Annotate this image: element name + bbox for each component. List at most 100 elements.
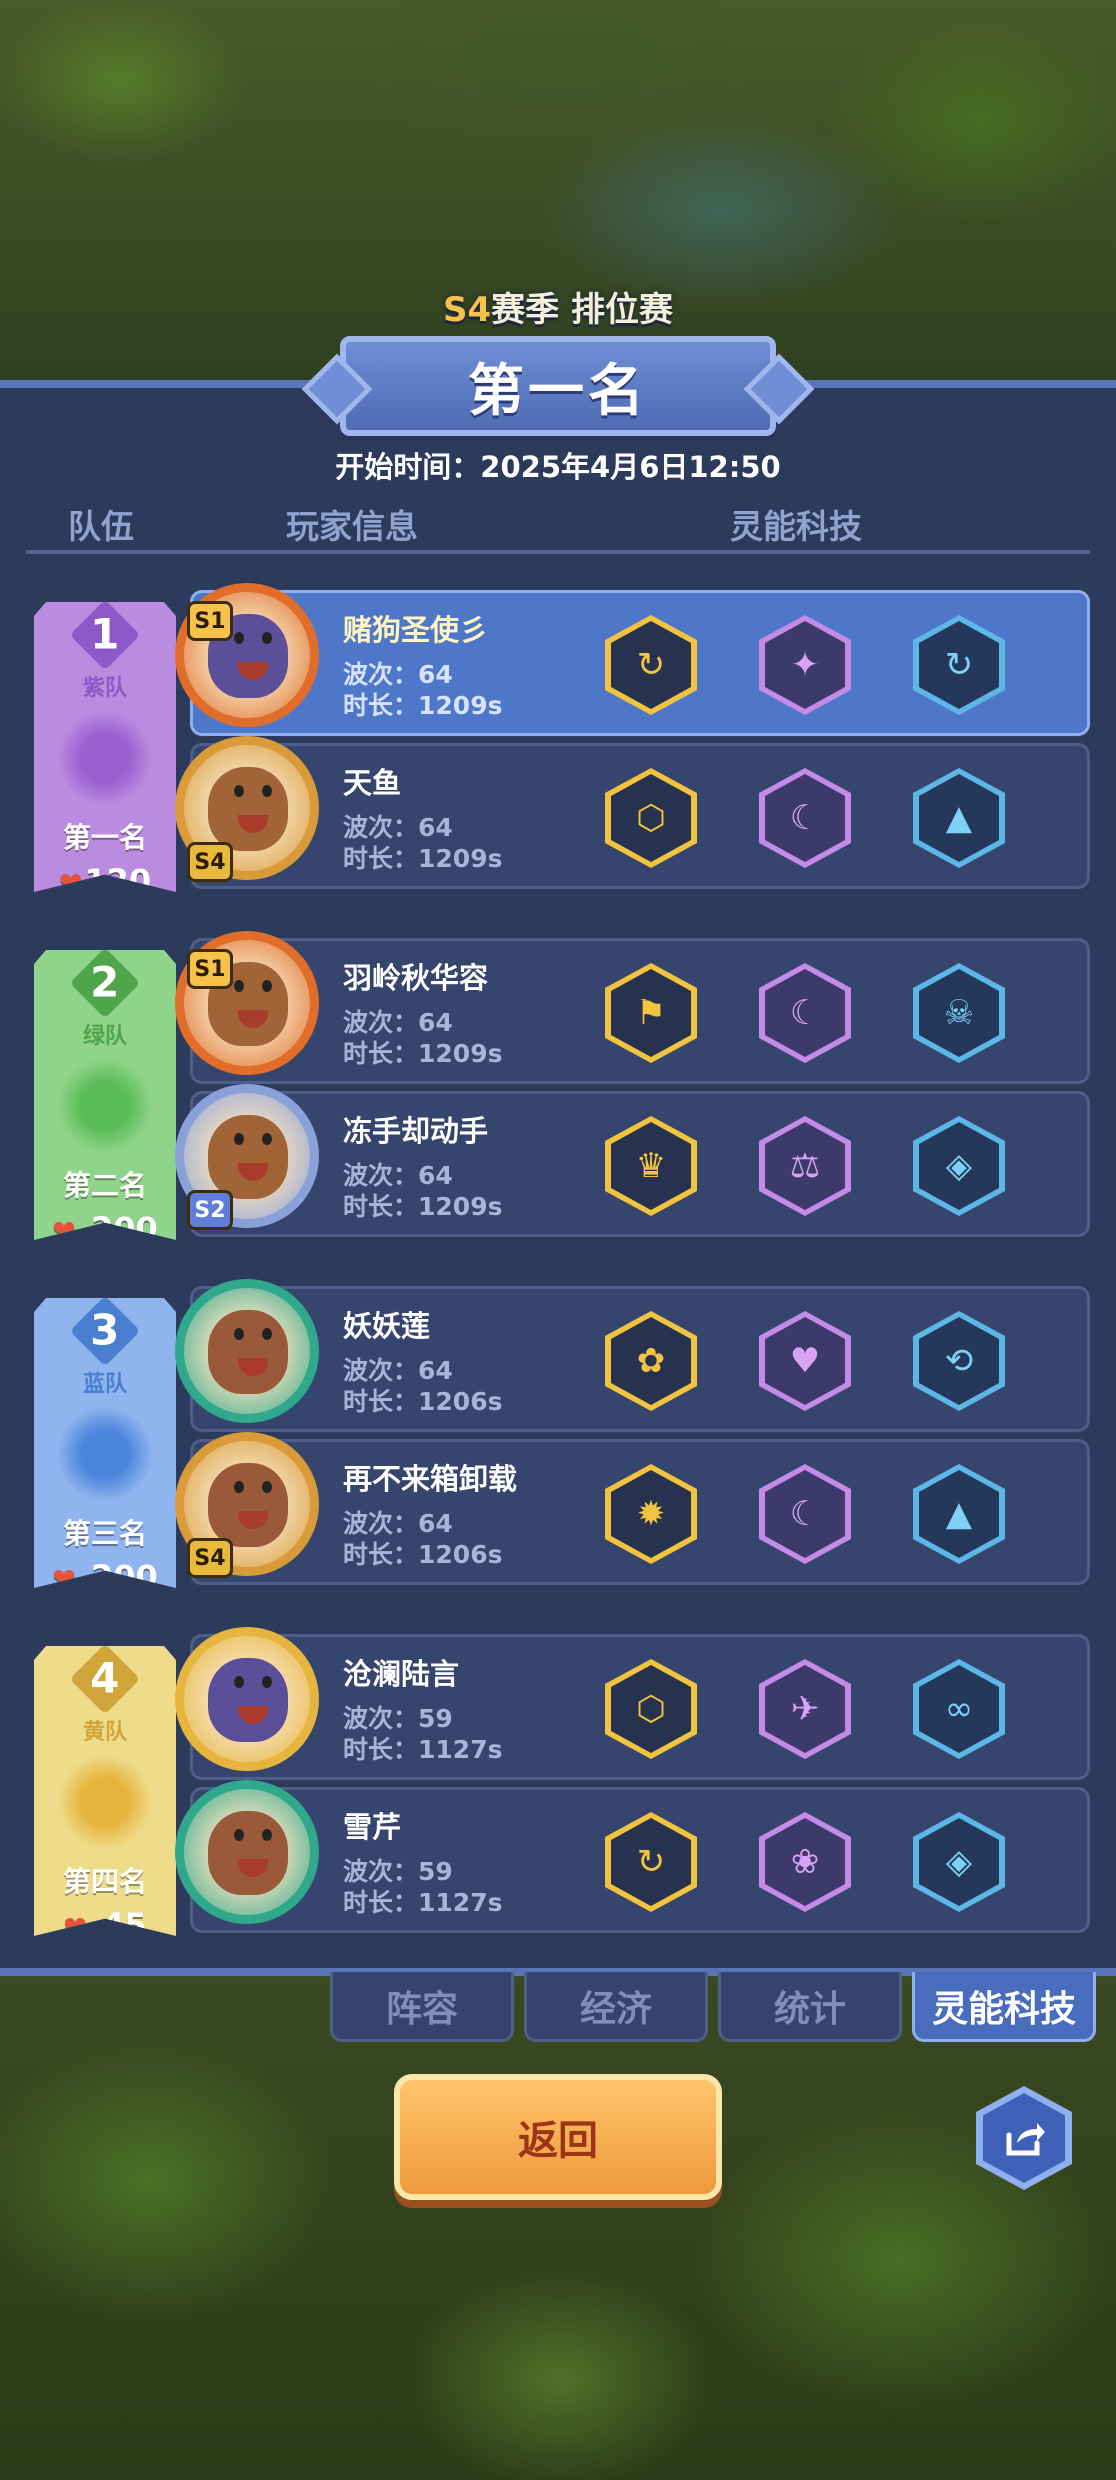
player-row[interactable]: S4 天鱼 波次：64 时长：1209s ⬡ ☾ ▲ (175, 736, 1090, 889)
player-avatar[interactable] (175, 1780, 319, 1924)
psionic-tech-gold-icon[interactable]: ↻ (605, 1812, 697, 1912)
season-badge: S1 (187, 949, 233, 989)
avatar-eye (234, 980, 244, 992)
player-avatar[interactable] (175, 1279, 319, 1423)
tech-glyph: ◈ (919, 1818, 999, 1906)
psionic-tech-purple-icon[interactable]: ❀ (759, 1812, 851, 1912)
psionic-tech-blue-icon[interactable]: ↻ (913, 615, 1005, 715)
psionic-tech-blue-icon[interactable]: ▲ (913, 1464, 1005, 1564)
tab-statistics[interactable]: 统计 (718, 1972, 902, 2042)
team-rank: 第四名 (62, 1865, 147, 1898)
psionic-tech-purple-icon[interactable]: ☾ (759, 768, 851, 868)
tech-glyph: ☠ (919, 969, 999, 1057)
avatar-eye (262, 785, 272, 797)
psionic-tech-gold-icon[interactable]: ⬡ (605, 768, 697, 868)
psionic-tech-blue-icon[interactable]: ◈ (913, 1116, 1005, 1216)
tab-psionic-tech[interactable]: 灵能科技 (912, 1972, 1096, 2042)
tech-glyph: ☾ (765, 774, 845, 862)
player-row[interactable]: 沧澜陆言 波次：59 时长：1127s ⬡ ✈ ∞ (175, 1627, 1090, 1780)
avatar-eye (262, 1133, 272, 1145)
player-name: 再不来箱卸载 (343, 1462, 518, 1496)
tech-glyph: ⬡ (611, 1665, 691, 1753)
avatar-face (208, 1115, 288, 1199)
psionic-tech-gold-icon[interactable]: ✿ (605, 1311, 697, 1411)
rank-title-plate: 第一名 (340, 336, 776, 436)
back-button[interactable]: 返回 (394, 2074, 722, 2200)
team-banner-2: 2绿队第二名❤-200 (34, 950, 176, 1240)
tech-glyph: ✹ (611, 1470, 691, 1558)
tech-glyph: ⟲ (919, 1317, 999, 1405)
psionic-tech-gold-icon[interactable]: ⚑ (605, 963, 697, 1063)
tab-lineup[interactable]: 阵容 (330, 1972, 514, 2042)
tech-glyph: ◈ (919, 1122, 999, 1210)
season-badge: S1 (187, 601, 233, 641)
psionic-tech-blue-icon[interactable]: ∞ (913, 1659, 1005, 1759)
tech-glyph: ↻ (919, 621, 999, 709)
team-name: 绿队 (82, 1024, 127, 1049)
psionic-tech-purple-icon[interactable]: ✈ (759, 1659, 851, 1759)
team-banner-1: 1紫队第一名❤120 (34, 602, 176, 892)
tech-glyph: ⚖ (765, 1122, 845, 1210)
psionic-tech-gold-icon[interactable]: ♛ (605, 1116, 697, 1216)
tech-glyph: ♥ (765, 1317, 845, 1405)
header-team: 队伍 (68, 507, 134, 546)
team-name: 黄队 (82, 1720, 127, 1745)
tech-glyph: ✿ (611, 1317, 691, 1405)
player-row[interactable]: S2 冻手却动手 波次：64 时长：1209s ♛ ⚖ ◈ (175, 1084, 1090, 1237)
team-name: 紫队 (82, 676, 127, 701)
header-divider (26, 550, 1090, 554)
team-emblem-icon (57, 710, 153, 806)
tech-glyph: ❀ (765, 1818, 845, 1906)
player-duration: 时长：1127s (343, 1735, 503, 1764)
psionic-tech-gold-icon[interactable]: ⬡ (605, 1659, 697, 1759)
avatar-face (208, 1811, 288, 1895)
start-time: 开始时间：2025年4月6日12:50 (335, 450, 781, 484)
avatar-eye (234, 1676, 244, 1688)
psionic-tech-purple-icon[interactable]: ☾ (759, 1464, 851, 1564)
team-rank: 第二名 (62, 1169, 147, 1202)
header-tech: 灵能科技 (730, 507, 862, 546)
team-emblem-icon (57, 1406, 153, 1502)
psionic-tech-blue-icon[interactable]: ▲ (913, 768, 1005, 868)
psionic-tech-purple-icon[interactable]: ✦ (759, 615, 851, 715)
player-name: 天鱼 (343, 766, 402, 800)
tech-glyph: ⚑ (611, 969, 691, 1057)
player-avatar[interactable] (175, 1627, 319, 1771)
player-row[interactable]: 妖妖莲 波次：64 时长：1206s ✿ ♥ ⟲ (175, 1279, 1090, 1432)
tech-glyph: ✦ (765, 621, 845, 709)
psionic-tech-purple-icon[interactable]: ⚖ (759, 1116, 851, 1216)
player-row[interactable]: S1 赌狗圣使彡 波次：64 时长：1209s ↻ ✦ ↻ (175, 583, 1090, 736)
player-duration: 时长：1127s (343, 1888, 503, 1917)
avatar-face (208, 1658, 288, 1742)
avatar-eye (262, 1328, 272, 1340)
psionic-tech-purple-icon[interactable]: ☾ (759, 963, 851, 1063)
avatar-eye (262, 1829, 272, 1841)
avatar-eye (262, 1676, 272, 1688)
avatar-face (208, 767, 288, 851)
tab-economy[interactable]: 经济 (524, 1972, 708, 2042)
team-banner-4: 4黄队第四名❤-45 (34, 1646, 176, 1936)
psionic-tech-blue-icon[interactable]: ☠ (913, 963, 1005, 1063)
avatar-eye (262, 1481, 272, 1493)
tech-glyph: ⬡ (611, 774, 691, 862)
tech-glyph: ☾ (765, 1470, 845, 1558)
psionic-tech-purple-icon[interactable]: ♥ (759, 1311, 851, 1411)
psionic-tech-blue-icon[interactable]: ◈ (913, 1812, 1005, 1912)
psionic-tech-blue-icon[interactable]: ⟲ (913, 1311, 1005, 1411)
avatar-face (208, 1310, 288, 1394)
team-emblem-icon (57, 1058, 153, 1154)
tech-glyph: ▲ (919, 774, 999, 862)
team-number: 4 (69, 1646, 141, 1715)
player-name: 雪芹 (343, 1810, 402, 1844)
season-badge: S4 (187, 1538, 233, 1578)
player-row[interactable]: S1 羽岭秋华容 波次：64 时长：1209s ⚑ ☾ ☠ (175, 931, 1090, 1084)
team-banner-3: 3蓝队第三名❤-200 (34, 1298, 176, 1588)
team-rank: 第三名 (62, 1517, 147, 1550)
tech-glyph: ✈ (765, 1665, 845, 1753)
avatar-eye (234, 1328, 244, 1340)
psionic-tech-gold-icon[interactable]: ✹ (605, 1464, 697, 1564)
share-icon (983, 2093, 1065, 2183)
player-row[interactable]: S4 再不来箱卸载 波次：64 时长：1206s ✹ ☾ ▲ (175, 1432, 1090, 1585)
player-row[interactable]: 雪芹 波次：59 时长：1127s ↻ ❀ ◈ (175, 1780, 1090, 1933)
psionic-tech-gold-icon[interactable]: ↻ (605, 615, 697, 715)
